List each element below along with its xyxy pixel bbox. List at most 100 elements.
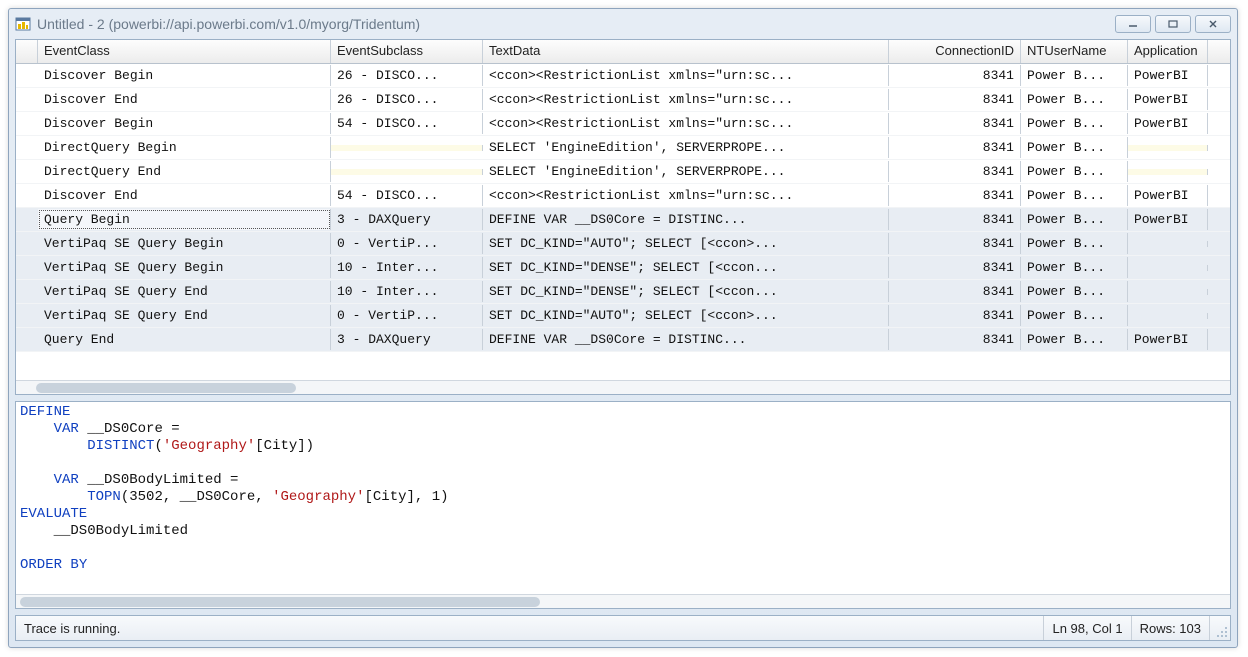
col-eventclass[interactable]: EventClass — [38, 40, 331, 63]
cell[interactable]: 8341 — [889, 161, 1021, 182]
cell[interactable]: Power B... — [1021, 65, 1128, 86]
row-header-corner[interactable] — [16, 40, 38, 63]
close-button[interactable] — [1195, 15, 1231, 33]
cell[interactable]: 8341 — [889, 65, 1021, 86]
col-textdata[interactable]: TextData — [483, 40, 889, 63]
cell[interactable]: Discover Begin — [38, 113, 331, 134]
cell[interactable] — [1128, 313, 1208, 319]
cell[interactable]: SET DC_KIND="AUTO"; SELECT [<ccon>... — [483, 305, 889, 326]
cell[interactable]: Power B... — [1021, 209, 1128, 230]
cell[interactable]: 3 - DAXQuery — [331, 329, 483, 350]
cell[interactable] — [1128, 169, 1208, 175]
cell[interactable]: 8341 — [889, 233, 1021, 254]
cell[interactable]: Discover End — [38, 89, 331, 110]
cell[interactable]: 0 - VertiP... — [331, 305, 483, 326]
cell[interactable]: Query End — [38, 329, 331, 350]
cell[interactable]: Power B... — [1021, 305, 1128, 326]
cell[interactable]: 8341 — [889, 89, 1021, 110]
cell[interactable]: SELECT 'EngineEdition', SERVERPROPE... — [483, 137, 889, 158]
cell[interactable]: 0 - VertiP... — [331, 233, 483, 254]
cell[interactable]: <ccon><RestrictionList xmlns="urn:sc... — [483, 89, 889, 110]
trace-grid[interactable]: EventClass EventSubclass TextData Connec… — [15, 39, 1231, 395]
cell[interactable]: PowerBI — [1128, 89, 1208, 110]
cell[interactable]: Power B... — [1021, 281, 1128, 302]
cell[interactable]: PowerBI — [1128, 329, 1208, 350]
cell[interactable]: Power B... — [1021, 89, 1128, 110]
cell[interactable]: PowerBI — [1128, 209, 1208, 230]
table-row[interactable]: VertiPaq SE Query End10 - Inter...SET DC… — [16, 280, 1230, 304]
cell[interactable]: <ccon><RestrictionList xmlns="urn:sc... — [483, 65, 889, 86]
cell[interactable]: SELECT 'EngineEdition', SERVERPROPE... — [483, 161, 889, 182]
cell[interactable] — [1128, 289, 1208, 295]
cell[interactable] — [1128, 265, 1208, 271]
col-eventsubclass[interactable]: EventSubclass — [331, 40, 483, 63]
table-row[interactable]: Discover End54 - DISCO...<ccon><Restrict… — [16, 184, 1230, 208]
table-row[interactable]: Query Begin3 - DAXQueryDEFINE VAR __DS0C… — [16, 208, 1230, 232]
table-row[interactable]: Discover End26 - DISCO...<ccon><Restrict… — [16, 88, 1230, 112]
cell[interactable]: <ccon><RestrictionList xmlns="urn:sc... — [483, 113, 889, 134]
cell[interactable]: Power B... — [1021, 113, 1128, 134]
detail-code-panel[interactable]: DEFINE VAR __DS0Core = DISTINCT('Geograp… — [15, 401, 1231, 609]
code-scrollbar[interactable] — [16, 594, 1230, 608]
cell[interactable]: Power B... — [1021, 257, 1128, 278]
cell[interactable]: 8341 — [889, 257, 1021, 278]
maximize-button[interactable] — [1155, 15, 1191, 33]
cell[interactable]: 8341 — [889, 113, 1021, 134]
cell[interactable]: 3 - DAXQuery — [331, 209, 483, 230]
titlebar[interactable]: Untitled - 2 (powerbi://api.powerbi.com/… — [9, 9, 1237, 39]
col-connectionid[interactable]: ConnectionID — [889, 40, 1021, 63]
cell[interactable]: DirectQuery End — [38, 161, 331, 182]
cell[interactable]: 54 - DISCO... — [331, 185, 483, 206]
cell[interactable]: VertiPaq SE Query End — [38, 281, 331, 302]
cell[interactable]: <ccon><RestrictionList xmlns="urn:sc... — [483, 185, 889, 206]
cell[interactable]: Discover Begin — [38, 65, 331, 86]
cell[interactable]: Power B... — [1021, 137, 1128, 158]
cell[interactable]: Power B... — [1021, 161, 1128, 182]
cell[interactable] — [1128, 145, 1208, 151]
cell[interactable]: 8341 — [889, 137, 1021, 158]
cell[interactable]: SET DC_KIND="DENSE"; SELECT [<ccon... — [483, 281, 889, 302]
cell[interactable]: 8341 — [889, 209, 1021, 230]
cell[interactable]: DEFINE VAR __DS0Core = DISTINC... — [483, 329, 889, 350]
cell[interactable]: SET DC_KIND="AUTO"; SELECT [<ccon>... — [483, 233, 889, 254]
cell[interactable]: 8341 — [889, 329, 1021, 350]
code-text[interactable]: DEFINE VAR __DS0Core = DISTINCT('Geograp… — [16, 402, 1230, 594]
cell[interactable]: Discover End — [38, 185, 331, 206]
col-application[interactable]: Application — [1128, 40, 1208, 63]
grid-header[interactable]: EventClass EventSubclass TextData Connec… — [16, 40, 1230, 64]
cell[interactable]: DEFINE VAR __DS0Core = DISTINC... — [483, 209, 889, 230]
cell[interactable]: 54 - DISCO... — [331, 113, 483, 134]
cell[interactable]: 8341 — [889, 305, 1021, 326]
cell[interactable]: PowerBI — [1128, 185, 1208, 206]
cell[interactable]: SET DC_KIND="DENSE"; SELECT [<ccon... — [483, 257, 889, 278]
scroll-thumb[interactable] — [20, 597, 540, 607]
resize-grip-icon[interactable] — [1210, 616, 1230, 640]
table-row[interactable]: VertiPaq SE Query Begin10 - Inter...SET … — [16, 256, 1230, 280]
cell[interactable]: VertiPaq SE Query Begin — [38, 233, 331, 254]
table-row[interactable]: Discover Begin54 - DISCO...<ccon><Restri… — [16, 112, 1230, 136]
table-row[interactable]: Discover Begin26 - DISCO...<ccon><Restri… — [16, 64, 1230, 88]
col-ntusername[interactable]: NTUserName — [1021, 40, 1128, 63]
table-row[interactable]: VertiPaq SE Query End0 - VertiP...SET DC… — [16, 304, 1230, 328]
cell[interactable]: Query Begin — [38, 209, 331, 230]
cell[interactable]: 8341 — [889, 281, 1021, 302]
cell[interactable]: VertiPaq SE Query Begin — [38, 257, 331, 278]
cell[interactable]: DirectQuery Begin — [38, 137, 331, 158]
cell[interactable]: PowerBI — [1128, 65, 1208, 86]
cell[interactable]: Power B... — [1021, 233, 1128, 254]
table-row[interactable]: DirectQuery End SELECT 'EngineEdition', … — [16, 160, 1230, 184]
cell[interactable]: 8341 — [889, 185, 1021, 206]
cell[interactable]: VertiPaq SE Query End — [38, 305, 331, 326]
cell[interactable]: 26 - DISCO... — [331, 89, 483, 110]
grid-body[interactable]: Discover Begin26 - DISCO...<ccon><Restri… — [16, 64, 1230, 380]
table-row[interactable]: DirectQuery Begin SELECT 'EngineEdition'… — [16, 136, 1230, 160]
table-row[interactable]: Query End3 - DAXQueryDEFINE VAR __DS0Cor… — [16, 328, 1230, 352]
cell[interactable] — [331, 145, 483, 151]
cell[interactable] — [1128, 241, 1208, 247]
cell[interactable]: 10 - Inter... — [331, 257, 483, 278]
cell[interactable]: 26 - DISCO... — [331, 65, 483, 86]
cell[interactable]: Power B... — [1021, 185, 1128, 206]
cell[interactable]: PowerBI — [1128, 113, 1208, 134]
cell[interactable] — [331, 169, 483, 175]
cell[interactable]: 10 - Inter... — [331, 281, 483, 302]
